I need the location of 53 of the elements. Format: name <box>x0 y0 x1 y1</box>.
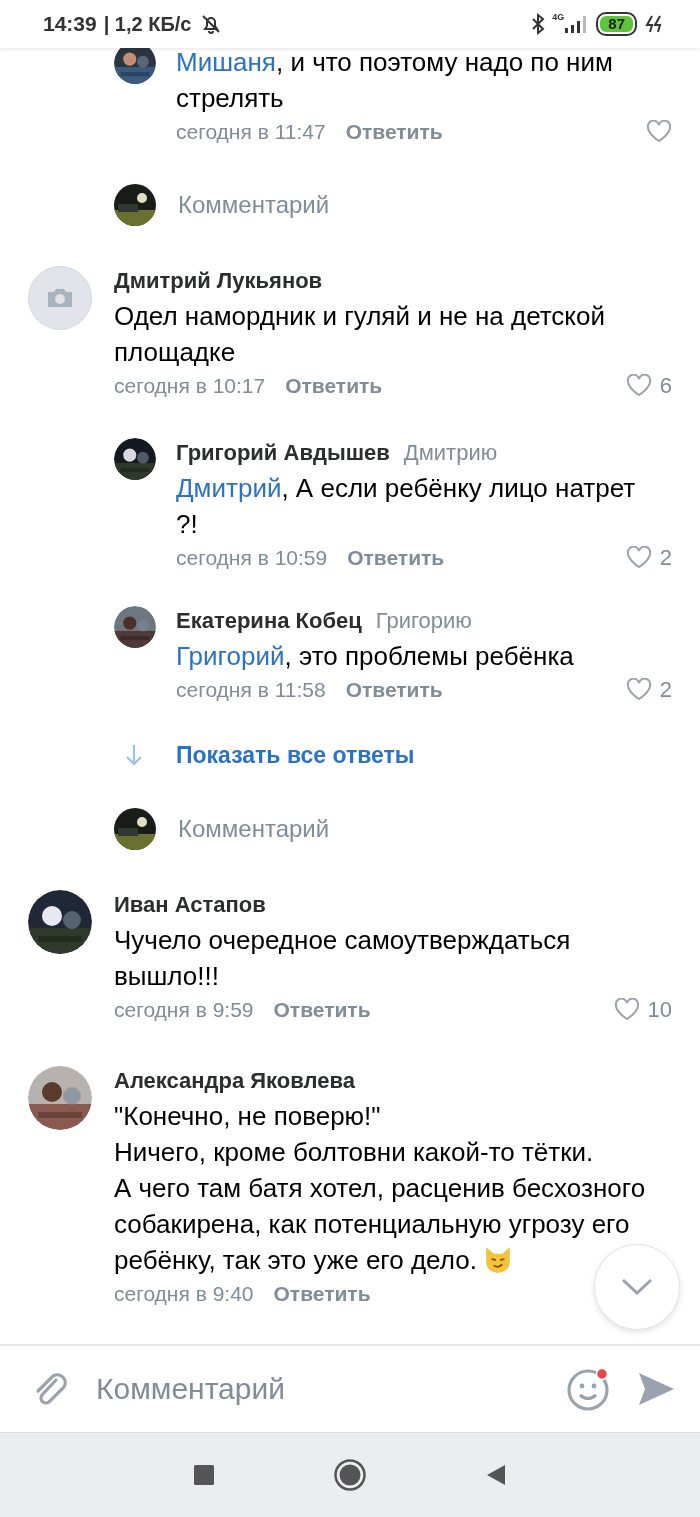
charging-icon <box>644 14 664 34</box>
comment-time: сегодня в 10:17 <box>114 373 266 399</box>
reply-link[interactable]: Ответить <box>345 116 443 148</box>
show-all-replies-link[interactable]: Показать все ответы <box>176 741 415 769</box>
mention-link[interactable]: Григорий <box>176 641 285 671</box>
like-count: 2 <box>659 544 672 572</box>
reply-link[interactable]: Ответить <box>345 674 443 706</box>
author-name[interactable]: Екатерина Кобец <box>176 606 362 636</box>
reply-link[interactable]: Ответить <box>285 370 383 402</box>
author-name[interactable]: Иван Астапов <box>114 890 266 920</box>
down-arrow-icon <box>124 743 144 767</box>
author-name[interactable]: Григорий Авдышев <box>176 438 390 468</box>
back-icon[interactable] <box>485 1463 507 1487</box>
reply-link[interactable]: Ответить <box>273 994 371 1026</box>
bluetooth-icon <box>531 13 546 35</box>
camera-icon <box>45 286 75 310</box>
author-name[interactable]: Александра Яковлева <box>114 1066 355 1096</box>
author-name[interactable]: Дмитрий Лукьянов <box>114 266 323 296</box>
heart-icon[interactable] <box>613 998 640 1022</box>
reply-target: Дмитрию <box>403 439 498 467</box>
like-count: 2 <box>659 676 672 704</box>
heart-icon[interactable] <box>646 120 672 144</box>
comment-text: Григорий, это проблемы ребёнка <box>176 640 575 673</box>
comment-time: сегодня в 9:59 <box>114 997 254 1023</box>
heart-icon[interactable] <box>625 678 652 702</box>
battery-indicator: 87 <box>596 12 637 36</box>
comment-time: сегодня в 11:47 <box>176 119 326 145</box>
comment-time: сегодня в 9:40 <box>114 1281 254 1307</box>
network-type: 4G <box>552 12 565 22</box>
comment-time: сегодня в 10:59 <box>176 545 328 571</box>
reply-link[interactable]: Ответить <box>273 1278 371 1310</box>
home-icon[interactable] <box>333 1458 367 1492</box>
like-count: 10 <box>647 996 672 1024</box>
heart-icon[interactable] <box>625 374 652 398</box>
reply-link[interactable]: Ответить <box>347 542 445 574</box>
comment-text: Одел намордник и гуляй и не на детской площадке <box>114 300 606 369</box>
status-time: 14:39 <box>43 12 97 36</box>
mention-link[interactable]: Мишаня <box>176 48 276 77</box>
network-speed: | 1,2 КБ/с <box>103 12 192 36</box>
heart-icon[interactable] <box>625 546 652 570</box>
smile-icon[interactable] <box>566 1366 612 1412</box>
comment-text: Дмитрий, А если ребёнку лицо натрет ?! <box>176 472 637 541</box>
like-count: 6 <box>659 372 672 400</box>
comment-text: Мишаня, и что поэтому надо по ним стрелять <box>176 48 614 115</box>
comment-input[interactable]: Комментарий <box>178 191 330 219</box>
reply-target: Григорию <box>375 607 472 635</box>
chevron-down-icon <box>621 1278 653 1296</box>
comment-input[interactable]: Комментарий <box>178 815 330 843</box>
comment-text: "Конечно, не поверю!" Ничего, кроме болтовни какой-то тётки. А чего там батя хотел, расценив бесхозного собакирена, как потенциальную угрозу его ребёнку, так это уже его дело. <box>114 1100 647 1277</box>
mention-link[interactable]: Дмитрий <box>176 473 282 503</box>
comment-text: Чучело очередное самоутверждаться вышло!!! <box>114 924 572 993</box>
comment-time: сегодня в 11:58 <box>176 677 326 703</box>
recents-icon[interactable] <box>193 1464 215 1486</box>
